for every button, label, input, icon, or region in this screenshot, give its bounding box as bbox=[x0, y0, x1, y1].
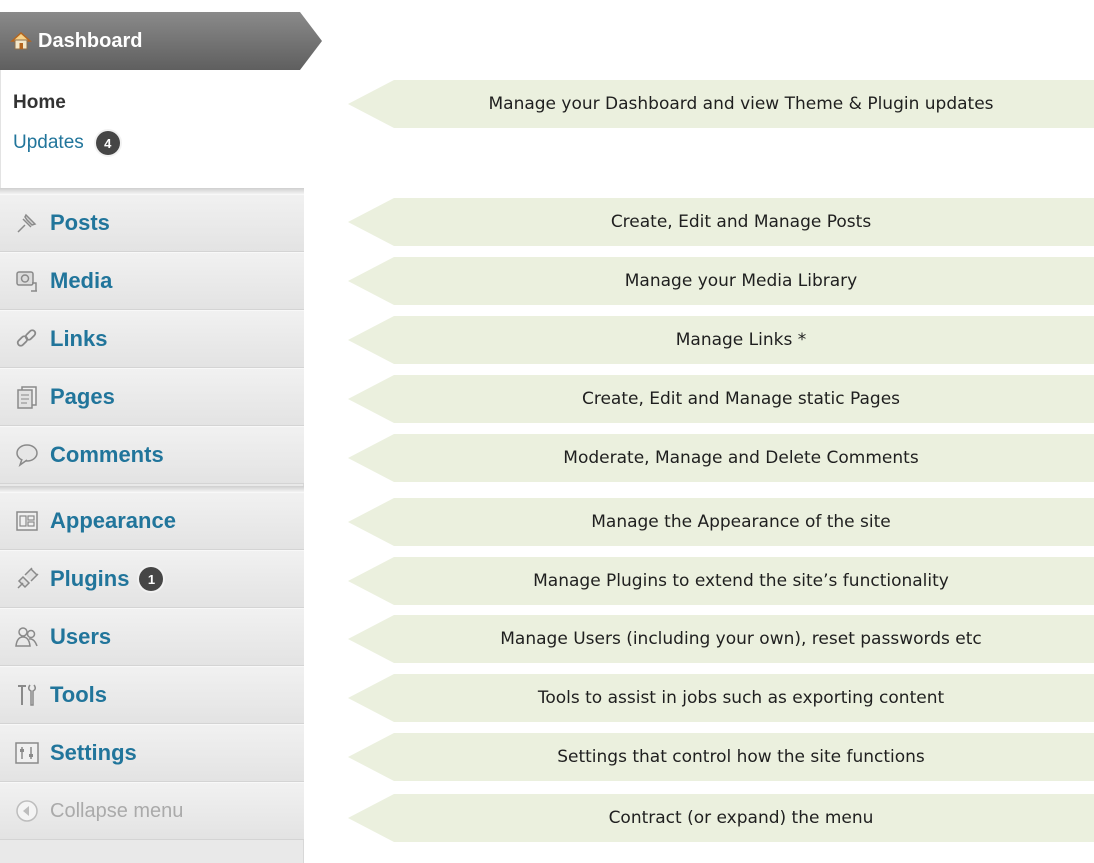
menu-item-label: Pages bbox=[50, 384, 115, 409]
menu-item-posts[interactable]: Posts bbox=[0, 194, 304, 252]
updates-count-badge: 4 bbox=[95, 131, 120, 155]
settings-icon bbox=[14, 740, 40, 766]
submenu-updates-label: Updates bbox=[13, 132, 84, 153]
plug-icon bbox=[14, 566, 40, 592]
menu-item-plugins[interactable]: Plugins 1 bbox=[0, 550, 304, 608]
home-icon bbox=[10, 30, 32, 52]
menu-item-pages[interactable]: Pages bbox=[0, 368, 304, 426]
callout-media: Manage your Media Library bbox=[348, 257, 1094, 305]
plugins-count-badge: 1 bbox=[139, 567, 164, 591]
callout-settings: Settings that control how the site funct… bbox=[348, 733, 1094, 781]
callout-plugins: Manage Plugins to extend the site’s func… bbox=[348, 557, 1094, 605]
menu-item-label: Users bbox=[50, 624, 112, 649]
admin-sidebar: Dashboard Home Updates 4 Posts Media Lin… bbox=[0, 0, 322, 863]
callout-pages: Create, Edit and Manage static Pages bbox=[348, 375, 1094, 423]
menu-item-label: Collapse menu bbox=[50, 799, 184, 822]
callout-comments: Moderate, Manage and Delete Comments bbox=[348, 434, 1094, 482]
pushpin-icon bbox=[14, 210, 40, 236]
collapse-arrow-icon bbox=[14, 798, 40, 824]
menu-item-tools[interactable]: Tools bbox=[0, 666, 304, 724]
pages-icon bbox=[14, 384, 40, 410]
menu-item-label: Settings bbox=[50, 740, 137, 765]
menu-item-links[interactable]: Links bbox=[0, 310, 304, 368]
callout-dashboard: Manage your Dashboard and view Theme & P… bbox=[348, 80, 1094, 128]
menu-item-comments[interactable]: Comments bbox=[0, 426, 304, 484]
menu-item-label: Appearance bbox=[50, 508, 176, 533]
menu-item-media[interactable]: Media bbox=[0, 252, 304, 310]
callout-appearance: Manage the Appearance of the site bbox=[348, 498, 1094, 546]
link-icon bbox=[14, 326, 40, 352]
submenu-updates-link[interactable]: Updates 4 bbox=[13, 131, 120, 155]
appearance-icon bbox=[14, 508, 40, 534]
menu-item-label: Dashboard bbox=[38, 29, 143, 52]
dashboard-submenu: Home Updates 4 bbox=[0, 70, 304, 188]
callout-users: Manage Users (including your own), reset… bbox=[348, 615, 1094, 663]
menu-item-label: Media bbox=[50, 268, 113, 293]
menu-item-settings[interactable]: Settings bbox=[0, 724, 304, 782]
menu-item-label: Plugins bbox=[50, 566, 130, 591]
tools-icon bbox=[14, 682, 40, 708]
menu-item-dashboard[interactable]: Dashboard bbox=[0, 12, 322, 70]
callout-links: Manage Links * bbox=[348, 316, 1094, 364]
collapse-menu-button[interactable]: Collapse menu bbox=[0, 782, 304, 840]
menu-item-label: Tools bbox=[50, 682, 108, 707]
menu-item-label: Posts bbox=[50, 210, 110, 235]
media-icon bbox=[14, 268, 40, 294]
menu-item-label: Links bbox=[50, 326, 108, 351]
callout-tools: Tools to assist in jobs such as exportin… bbox=[348, 674, 1094, 722]
callout-posts: Create, Edit and Manage Posts bbox=[348, 198, 1094, 246]
submenu-home-link[interactable]: Home bbox=[13, 92, 66, 114]
callout-collapse: Contract (or expand) the menu bbox=[348, 794, 1094, 842]
menu-item-appearance[interactable]: Appearance bbox=[0, 492, 304, 550]
menu-item-label: Comments bbox=[50, 442, 164, 467]
comment-bubble-icon bbox=[14, 442, 40, 468]
users-icon bbox=[14, 624, 40, 650]
menu-item-users[interactable]: Users bbox=[0, 608, 304, 666]
